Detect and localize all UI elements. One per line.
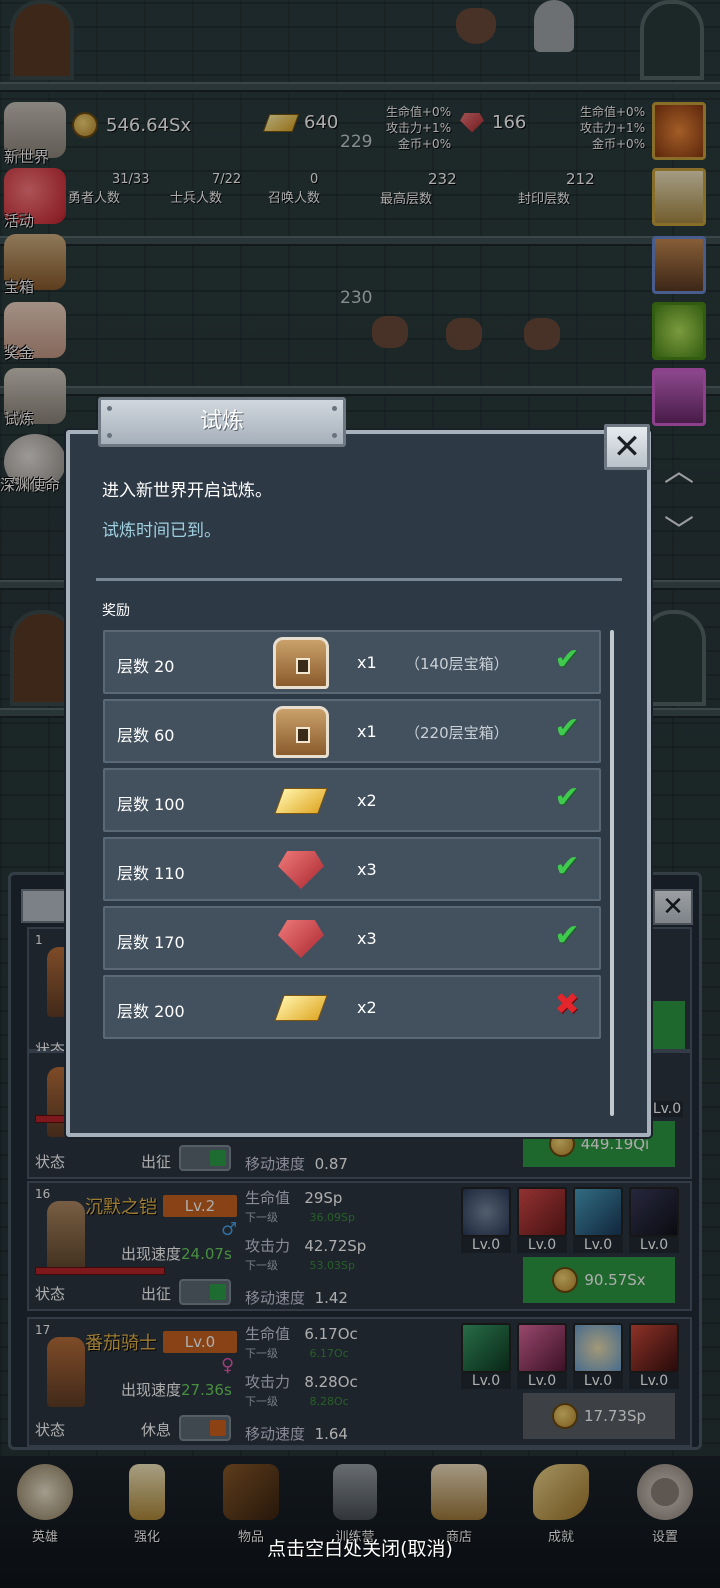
reward-row: 层数 170 x3 ✔ xyxy=(103,906,601,970)
check-icon: ✔ xyxy=(554,780,580,815)
check-icon: ✔ xyxy=(554,642,580,677)
rivet xyxy=(332,406,337,411)
rivet xyxy=(107,433,112,438)
reward-row: 层数 110 x3 ✔ xyxy=(103,837,601,901)
reward-row: 层数 60 x1 （220层宝箱） ✔ xyxy=(103,699,601,763)
dialog-title-plate: 试炼 xyxy=(98,397,346,447)
dialog-status: 试炼时间已到。 xyxy=(102,521,221,541)
close-hint: 点击空白处关闭(取消) xyxy=(267,1538,453,1560)
chest-icon xyxy=(273,637,329,689)
red-gem-icon xyxy=(278,920,324,958)
dialog-title: 试炼 xyxy=(199,409,244,434)
rivet xyxy=(107,406,112,411)
reward-row: 层数 200 x2 ✖ xyxy=(103,975,601,1039)
rivet xyxy=(332,433,337,438)
check-icon: ✔ xyxy=(554,711,580,746)
close-icon: ✕ xyxy=(612,427,642,467)
reward-scrollbar[interactable] xyxy=(610,630,614,1116)
rewards-label: 奖励 xyxy=(102,603,130,619)
chest-icon xyxy=(273,706,329,758)
cross-icon: ✖ xyxy=(554,987,580,1022)
gold-bar-icon xyxy=(274,788,328,814)
divider xyxy=(96,578,622,581)
check-icon: ✔ xyxy=(554,849,580,884)
close-button[interactable]: ✕ xyxy=(604,424,650,470)
check-icon: ✔ xyxy=(554,918,580,953)
red-gem-icon xyxy=(278,851,324,889)
reward-row: 层数 100 x2 ✔ xyxy=(103,768,601,832)
reward-row: 层数 20 x1 （140层宝箱） ✔ xyxy=(103,630,601,694)
gold-bar-icon xyxy=(274,995,328,1021)
trial-dialog: 进入新世界开启试炼。 试炼时间已到。 奖励 层数 20 x1 （140层宝箱） … xyxy=(66,430,651,1137)
dialog-description: 进入新世界开启试炼。 xyxy=(102,481,272,501)
